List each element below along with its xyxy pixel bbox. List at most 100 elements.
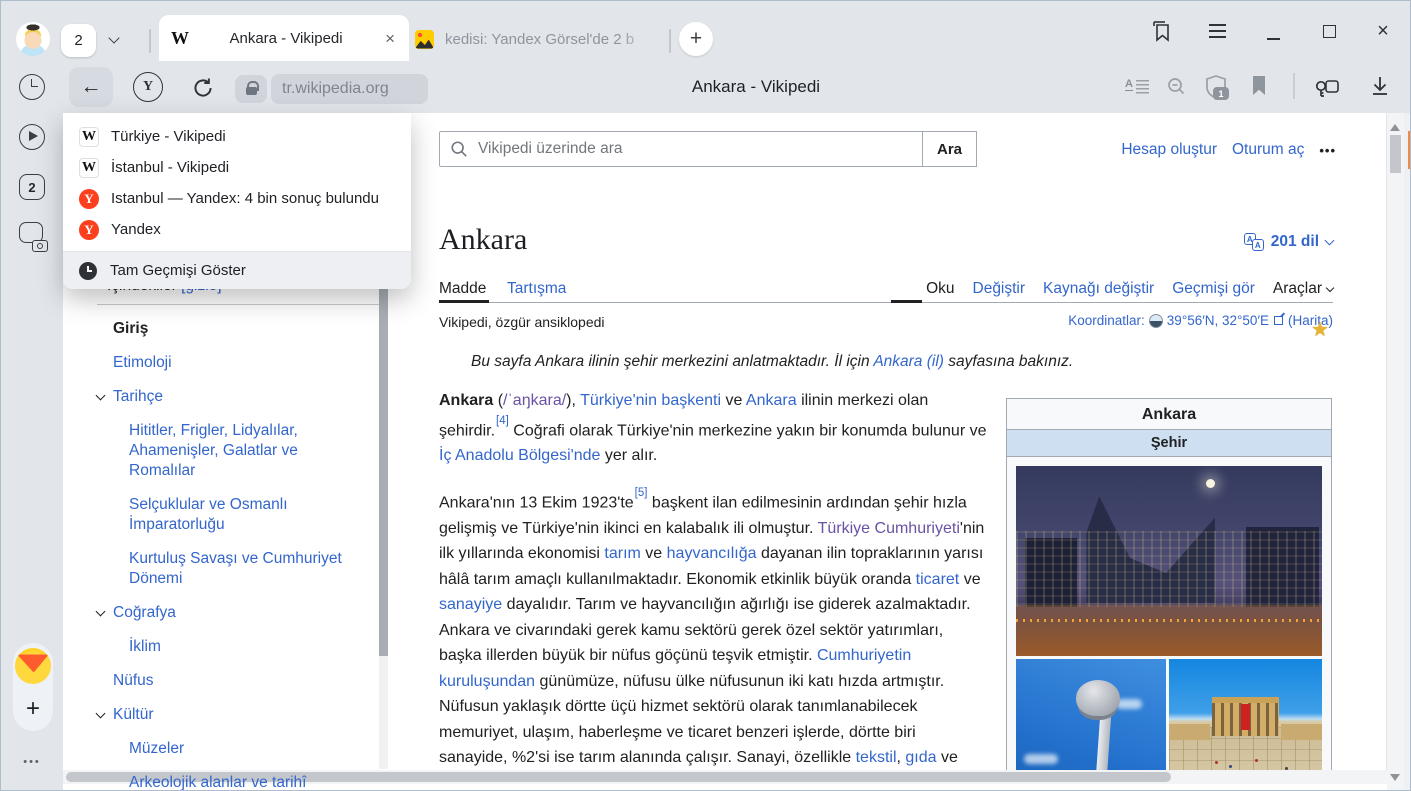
chevron-down-icon[interactable] [108,32,119,43]
search-input[interactable] [476,139,922,159]
coordinates-label[interactable]: Koordinatlar: [1068,313,1145,328]
tabs-panel-icon[interactable]: 2 [19,174,45,200]
sidebar-more-icon[interactable]: ••• [1,756,63,768]
wikipedia-icon: W [79,158,99,178]
article-link[interactable]: tarım [604,545,640,562]
create-account-link[interactable]: Hesap oluştur [1121,141,1217,159]
screenshot-icon[interactable] [19,222,45,248]
language-selector[interactable]: AA 201 dil [1191,233,1333,251]
yandex-home-button[interactable]: Y [133,72,163,102]
new-tab-button[interactable]: + [679,22,713,56]
coordinates-row: Koordinatlar: 39°56′N, 32°50′E (Harita) [1011,313,1333,328]
toc-item[interactable]: İklim [95,637,347,657]
tab-ankara-vikipedi[interactable]: W Ankara - Vikipedi × [159,15,409,61]
article-link[interactable]: Ankara [746,392,797,409]
toc-item[interactable]: Giriş [95,319,357,339]
menu-button[interactable] [1199,1,1235,61]
article-link[interactable]: Türkiye Cumhuriyeti [818,520,960,537]
bookmark-icon[interactable] [1251,75,1267,96]
toc-scrollbar[interactable] [379,279,388,769]
reference-link[interactable]: [4] [496,415,509,427]
profile-avatar[interactable] [16,22,50,56]
scroll-down-arrow[interactable] [1390,774,1400,786]
toc-item[interactable]: Arkeolojik alanlar ve tarihî kalıntılar [95,773,347,791]
tab-kaynagi-degistir[interactable]: Kaynağı değiştir [1043,280,1154,298]
tab-tartisma[interactable]: Tartışma [507,280,566,298]
language-icon: AA [1244,233,1264,251]
search-button[interactable]: Ara [922,131,977,167]
chevron-down-icon[interactable] [96,391,106,401]
article-link[interactable]: tekstil [856,749,897,766]
protect-shield-icon[interactable]: 1 [1203,73,1229,101]
history-dropdown: WTürkiye - VikipediWİstanbul - VikipediY… [63,113,411,289]
vertical-scrollbar[interactable] [1387,113,1404,791]
article-link[interactable]: /ˈaŋkara/ [503,392,566,409]
download-icon[interactable] [1369,74,1391,98]
login-link[interactable]: Oturum aç [1232,141,1304,159]
scrollbar-thumb[interactable] [1390,135,1401,173]
paragraph-2: Ankara'nın 13 Ekim 1923'te[5] başkent il… [439,486,987,791]
site-subtitle: Vikipedi, özgür ansiklopedi [439,314,605,330]
toc-item[interactable]: Selçuklular ve Osmanlı İmparatorluğu [95,495,347,535]
article-link[interactable]: hayvancılığa [667,545,757,562]
toc-item[interactable]: Tarihçe [95,387,357,407]
chevron-down-icon[interactable] [96,607,106,617]
article-link[interactable]: gıda [905,749,936,766]
reference-link[interactable]: [5] [635,487,648,499]
tab-oku[interactable]: Oku [926,280,954,298]
reader-mode-icon[interactable]: A [1125,78,1149,96]
article-link[interactable]: Ankara (il) [873,353,944,370]
back-button[interactable]: ← [69,67,113,107]
history-item-label: Türkiye - Vikipedi [111,128,226,145]
scroll-up-arrow[interactable] [1390,119,1400,131]
show-full-history-item[interactable]: Tam Geçmişi Göster [63,252,411,289]
ankara-night-skyline-image[interactable] [1016,466,1322,656]
toc-item[interactable]: Müzeler [95,739,347,759]
close-tab-icon[interactable]: × [383,28,397,49]
toc-item[interactable]: Hititler, Frigler, Lidyalılar, Ahamenişl… [95,421,347,481]
article-link[interactable]: Türkiye'nin [580,392,657,409]
toc-item[interactable]: Kurtuluş Savaşı ve Cumhuriyet Dönemi [95,549,347,589]
globe-icon[interactable] [1149,314,1163,328]
tabs-border [439,302,1333,303]
history-item[interactable]: Wİstanbul - Vikipedi [63,152,411,183]
toc-item-label: Selçuklular ve Osmanlı İmparatorluğu [129,496,288,533]
tab-count-badge[interactable]: 2 [61,24,96,57]
toc-item[interactable]: Kültür [95,705,357,725]
tools-menu[interactable]: Araçlar [1273,280,1333,298]
history-item[interactable]: YIstanbul — Yandex: 4 bin sonuç bulundu [63,183,411,214]
article-link[interactable]: İç Anadolu Bölgesi'nde [439,447,600,464]
passwords-key-icon[interactable] [1313,75,1341,99]
add-panel-button[interactable]: + [13,695,53,723]
chevron-down-icon[interactable] [96,709,106,719]
address-bar[interactable]: tr.wikipedia.org [271,74,428,104]
bookmarks-panel-button[interactable] [1143,1,1179,61]
toc-item[interactable]: Etimoloji [95,353,357,373]
bold-text: Ankara [439,392,493,409]
tab-degistir[interactable]: Değiştir [973,280,1026,298]
history-icon[interactable] [19,74,45,100]
minimize-button[interactable] [1255,1,1291,61]
wiki-search-box[interactable] [439,131,923,167]
tab-madde[interactable]: Madde [439,280,486,298]
article-link[interactable]: başkenti [661,392,721,409]
article-link[interactable]: ticaret [916,571,960,588]
article-link[interactable]: sanayiye [439,596,502,613]
toc-item[interactable]: Coğrafya [95,603,357,623]
yandex-mail-icon[interactable] [15,648,51,684]
personal-tools-menu-icon[interactable]: ••• [1319,143,1336,158]
lock-icon [246,87,257,95]
toc-item[interactable]: Nüfus [95,671,357,691]
coordinates-value[interactable]: 39°56′N, 32°50′E [1167,313,1269,328]
maximize-button[interactable] [1311,1,1347,61]
media-play-icon[interactable] [19,124,45,150]
history-item[interactable]: YYandex [63,214,411,245]
site-security-button[interactable] [235,75,267,103]
close-window-button[interactable]: × [1365,1,1401,61]
scrollbar-thumb[interactable] [379,279,388,656]
zoom-out-icon[interactable] [1165,75,1189,99]
reload-button[interactable] [188,73,218,103]
tab-gecmisi-gor[interactable]: Geçmişi gör [1172,280,1255,298]
history-item[interactable]: WTürkiye - Vikipedi [63,121,411,152]
tab-counter[interactable]: 2 [61,23,137,57]
